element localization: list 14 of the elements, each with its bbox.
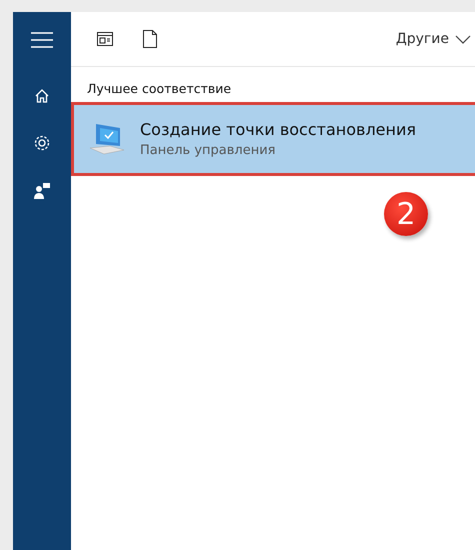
chevron-down-icon — [455, 34, 471, 44]
result-subtitle: Панель управления — [140, 143, 276, 158]
search-result[interactable]: Создание точки восстановления Панель управления — [71, 102, 475, 176]
step-number-badge: 2 — [384, 192, 428, 236]
home-icon[interactable] — [34, 88, 50, 104]
app-window-icon[interactable] — [97, 32, 113, 46]
result-title: Создание точки восстановления — [140, 120, 416, 139]
filter-dropdown[interactable]: Другие — [396, 31, 475, 47]
document-icon[interactable] — [143, 30, 157, 48]
feedback-icon[interactable] — [33, 182, 51, 200]
settings-icon[interactable] — [33, 134, 51, 152]
menu-icon[interactable] — [31, 32, 53, 48]
computer-icon — [88, 122, 126, 156]
section-heading: Лучшее соответствие — [86, 80, 232, 98]
